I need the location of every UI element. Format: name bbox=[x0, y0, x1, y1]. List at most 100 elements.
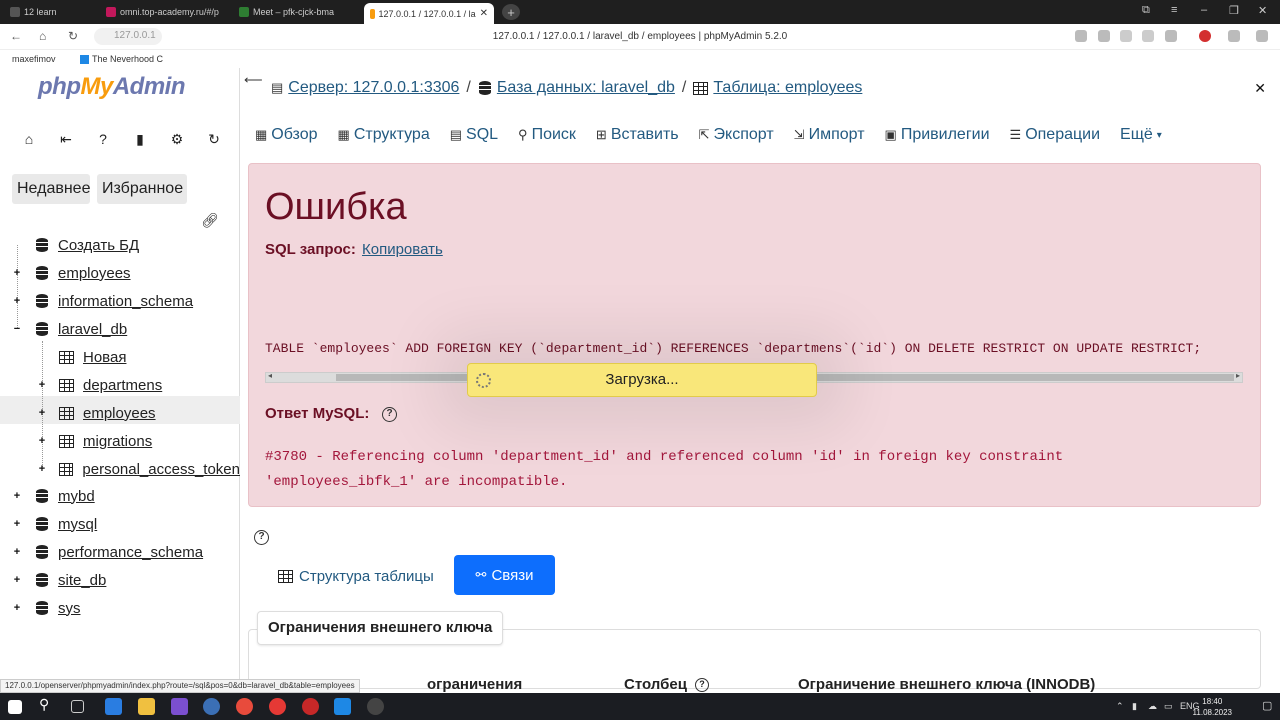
download-icon[interactable] bbox=[1256, 30, 1268, 42]
expand-icon[interactable]: + bbox=[12, 575, 22, 586]
chrome-icon[interactable] bbox=[236, 698, 253, 715]
breadcrumb-table[interactable]: Таблица: employees bbox=[693, 79, 862, 97]
windows-start-icon[interactable] bbox=[8, 700, 22, 714]
new-tab-button[interactable]: + bbox=[502, 4, 520, 20]
help-icon[interactable]: ? bbox=[382, 407, 397, 422]
link-icon[interactable]: 🔗︎ bbox=[201, 212, 219, 229]
expand-icon[interactable]: + bbox=[37, 380, 47, 391]
expand-icon[interactable]: + bbox=[12, 547, 22, 558]
adblock-icon[interactable] bbox=[1199, 30, 1211, 42]
structure-icon: ▦ bbox=[337, 127, 350, 142]
search-icon[interactable] bbox=[1142, 30, 1154, 42]
microphone-icon[interactable]: ▮ bbox=[1132, 701, 1137, 712]
close-tab-icon[interactable]: ✕ bbox=[480, 8, 488, 19]
bookmark-icon[interactable] bbox=[1165, 30, 1177, 42]
expand-icon[interactable]: + bbox=[12, 296, 22, 307]
tab-structure[interactable]: ▦ Структура bbox=[338, 126, 430, 144]
file-explorer-icon[interactable] bbox=[138, 698, 155, 715]
browser-tab-active[interactable]: 127.0.0.1 / 127.0.0.1 / la ✕ bbox=[364, 3, 494, 24]
tree-item-db[interactable]: employees bbox=[35, 261, 131, 285]
tab-operations[interactable]: ☰ Операции bbox=[1010, 126, 1101, 144]
expand-icon[interactable]: + bbox=[12, 268, 22, 279]
tab-browse[interactable]: ▦ Обзор bbox=[255, 126, 318, 144]
tree-item-table-active[interactable]: employees bbox=[59, 401, 156, 425]
task-view-icon[interactable] bbox=[71, 700, 84, 713]
store-icon[interactable] bbox=[105, 698, 122, 715]
collapse-panel-icon[interactable]: ⟵ bbox=[244, 72, 263, 88]
extension-icon[interactable] bbox=[1120, 30, 1132, 42]
tray-chevron-icon[interactable]: ⌃ bbox=[1116, 701, 1124, 712]
tab-search[interactable]: ⚲ Поиск bbox=[518, 126, 576, 144]
expand-icon[interactable]: + bbox=[37, 464, 47, 475]
tree-item-db[interactable]: performance_schema bbox=[35, 540, 203, 564]
extension-icon[interactable] bbox=[1075, 30, 1087, 42]
maximize-icon[interactable]: ❐ bbox=[1229, 4, 1239, 17]
db-icon bbox=[35, 601, 49, 615]
tree-item-new-table[interactable]: Новая bbox=[59, 345, 126, 369]
phpmyadmin-logo[interactable]: phpMyAdmin bbox=[38, 73, 186, 101]
browser-tab[interactable]: omni.top-academy.ru/#/p bbox=[100, 2, 225, 22]
tree-item-db[interactable]: information_schema bbox=[35, 289, 193, 313]
tree-item-db[interactable]: mysql bbox=[35, 512, 97, 536]
scroll-right-icon[interactable]: ▸ bbox=[1236, 371, 1240, 380]
relations-button[interactable]: ⚯ Связи bbox=[454, 555, 555, 595]
menu-icon[interactable]: ≡ bbox=[1171, 4, 1177, 16]
browser-tab[interactable]: Meet – pfk-cjck-bma bbox=[233, 2, 361, 22]
clock[interactable]: 18:40 11.08.2023 bbox=[1193, 696, 1232, 718]
app-icon[interactable] bbox=[203, 698, 220, 715]
docs-icon[interactable]: ▮ bbox=[131, 130, 149, 148]
bookmark-item[interactable]: maxefimov bbox=[12, 54, 56, 64]
expand-icon[interactable]: + bbox=[12, 519, 22, 530]
expand-icon[interactable]: + bbox=[37, 436, 47, 447]
sidebar-icon[interactable] bbox=[1228, 30, 1240, 42]
minimize-icon[interactable]: – bbox=[1201, 4, 1207, 16]
breadcrumb-database[interactable]: База данных: laravel_db bbox=[478, 79, 675, 97]
browser-tab[interactable]: 12 learn bbox=[4, 2, 84, 22]
expand-icon[interactable]: + bbox=[12, 491, 22, 502]
network-icon[interactable]: ▭ bbox=[1164, 701, 1173, 712]
visual-studio-icon[interactable] bbox=[171, 698, 188, 715]
help-icon[interactable]: ? bbox=[254, 530, 269, 545]
notifications-icon[interactable]: ▢ bbox=[1262, 699, 1272, 712]
github-icon[interactable] bbox=[367, 698, 384, 715]
tree-item-db[interactable]: sys bbox=[35, 596, 81, 620]
help-icon[interactable]: ? bbox=[694, 677, 709, 692]
tree-item-db[interactable]: mybd bbox=[35, 484, 95, 508]
favorites-button[interactable]: Избранное bbox=[97, 174, 187, 204]
copy-link[interactable]: Копировать bbox=[362, 241, 443, 258]
settings-gear-icon[interactable]: ⚙ bbox=[168, 130, 186, 148]
help-icon[interactable]: ? bbox=[94, 130, 112, 148]
logout-icon[interactable]: ⇤ bbox=[57, 130, 75, 148]
recent-button[interactable]: Недавнее bbox=[12, 174, 90, 204]
expand-icon[interactable]: + bbox=[37, 408, 47, 419]
tree-item-create-db[interactable]: Создать БД bbox=[35, 233, 139, 257]
search-icon[interactable]: ⚲ bbox=[39, 696, 56, 713]
reload-icon[interactable]: ↻ bbox=[205, 130, 223, 148]
cloud-icon[interactable]: ☁ bbox=[1148, 701, 1157, 712]
tab-more[interactable]: Ещё ▾ bbox=[1120, 126, 1162, 144]
expand-icon[interactable]: + bbox=[12, 603, 22, 614]
tree-item-table[interactable]: migrations bbox=[59, 429, 152, 453]
tab-import[interactable]: ⇲ Импорт bbox=[794, 126, 865, 144]
tab-privileges[interactable]: ▣ Привилегии bbox=[885, 126, 990, 144]
tree-item-table[interactable]: departmens bbox=[59, 373, 162, 397]
collapse-icon[interactable]: − bbox=[12, 324, 22, 335]
vscode-icon[interactable] bbox=[334, 698, 351, 715]
tab-insert[interactable]: ⊞ Вставить bbox=[596, 126, 679, 144]
table-structure-button[interactable]: Структура таблицы bbox=[276, 556, 436, 596]
scroll-left-icon[interactable]: ◂ bbox=[268, 371, 272, 380]
tree-item-table[interactable]: personal_access_token bbox=[59, 457, 240, 481]
bookmark-item[interactable]: The Neverhood C bbox=[80, 54, 163, 64]
yandex-browser-icon[interactable] bbox=[302, 698, 319, 715]
headphones-icon[interactable] bbox=[1098, 30, 1110, 42]
home-icon[interactable]: ⌂ bbox=[20, 130, 38, 148]
close-icon[interactable]: ✕ bbox=[1254, 80, 1266, 97]
tree-item-db[interactable]: site_db bbox=[35, 568, 106, 592]
breadcrumb-server[interactable]: ▤ Сервер: 127.0.0.1:3306 bbox=[271, 79, 459, 97]
tab-search-icon[interactable]: ⧉ bbox=[1142, 4, 1150, 17]
close-window-icon[interactable]: ✕ bbox=[1258, 4, 1267, 17]
tab-export[interactable]: ⇱ Экспорт bbox=[699, 126, 774, 144]
tree-item-db-laravel[interactable]: laravel_db bbox=[35, 317, 127, 341]
tab-sql[interactable]: ▤ SQL bbox=[450, 126, 498, 144]
yandex-icon[interactable] bbox=[269, 698, 286, 715]
